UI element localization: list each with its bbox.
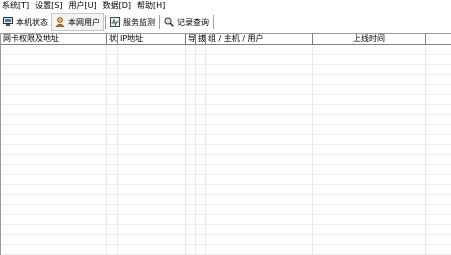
- toolbar: 本机状态 本网用户 服务监测 记录查询: [0, 12, 451, 32]
- empty-table-row: [1, 245, 451, 255]
- service-monitor-icon: [110, 17, 120, 27]
- empty-table-row: [1, 105, 451, 115]
- local-status-label: 本机状态: [16, 17, 48, 27]
- col-group-host-user[interactable]: 组 / 主机 / 用户: [206, 34, 313, 44]
- col-empty: [426, 34, 451, 44]
- column-divider: [106, 45, 107, 255]
- menu-bar: 系统[T] 设置[S] 用户[U] 数据[D] 帮助[H]: [0, 0, 451, 11]
- empty-table-row: [1, 205, 451, 215]
- empty-table-row: [1, 95, 451, 105]
- network-users-button[interactable]: 本网用户: [51, 13, 104, 31]
- record-search-icon: [164, 17, 174, 27]
- empty-table-row: [1, 115, 451, 125]
- local-status-button[interactable]: 本机状态: [0, 13, 51, 31]
- col-nic-permission-address[interactable]: 网卡权限及地址: [1, 34, 107, 44]
- record-search-label: 记录查询: [177, 17, 209, 27]
- empty-table-row: [1, 85, 451, 95]
- empty-table-row: [1, 185, 451, 195]
- menu-system[interactable]: 系统[T]: [0, 0, 32, 11]
- col-ip-address[interactable]: IP地址: [118, 34, 186, 44]
- empty-table-row: [1, 135, 451, 145]
- toolbar-separator: [213, 15, 214, 29]
- col-guide[interactable]: 导: [186, 34, 196, 44]
- network-users-label: 本网用户: [68, 17, 100, 27]
- menu-settings[interactable]: 设置[S]: [32, 0, 65, 11]
- service-monitor-label: 服务监测: [123, 17, 155, 27]
- col-pull[interactable]: 拔: [196, 34, 206, 44]
- table-header: 网卡权限及地址 状 IP地址 导 拔 组 / 主机 / 用户 上线时间: [1, 34, 451, 45]
- menu-users[interactable]: 用户[U]: [65, 0, 99, 11]
- column-divider: [312, 45, 313, 255]
- empty-table-row: [1, 55, 451, 65]
- empty-table-row: [1, 75, 451, 85]
- column-divider: [205, 45, 206, 255]
- menu-data[interactable]: 数据[D]: [100, 0, 134, 11]
- user-table[interactable]: 网卡权限及地址 状 IP地址 导 拔 组 / 主机 / 用户 上线时间: [0, 33, 451, 255]
- toolbar-separator: [105, 15, 106, 29]
- column-divider: [425, 45, 426, 255]
- network-users-icon: [55, 17, 65, 28]
- empty-table-row: [1, 45, 451, 55]
- col-online-time[interactable]: 上线时间: [313, 34, 426, 44]
- empty-table-row: [1, 225, 451, 235]
- empty-table-row: [1, 125, 451, 135]
- service-monitor-button[interactable]: 服务监测: [107, 13, 158, 31]
- empty-table-row: [1, 155, 451, 165]
- empty-table-row: [1, 215, 451, 225]
- empty-table-row: [1, 175, 451, 185]
- empty-table-row: [1, 165, 451, 175]
- empty-table-row: [1, 195, 451, 205]
- column-divider: [117, 45, 118, 255]
- record-search-button[interactable]: 记录查询: [161, 13, 212, 31]
- menu-help[interactable]: 帮助[H]: [134, 0, 168, 11]
- col-status[interactable]: 状: [107, 34, 118, 44]
- empty-table-row: [1, 65, 451, 75]
- toolbar-separator: [159, 15, 160, 29]
- column-divider: [185, 45, 186, 255]
- column-divider: [195, 45, 196, 255]
- table-body: [1, 45, 451, 255]
- computer-status-icon: [3, 17, 13, 27]
- empty-table-row: [1, 235, 451, 245]
- empty-table-row: [1, 145, 451, 155]
